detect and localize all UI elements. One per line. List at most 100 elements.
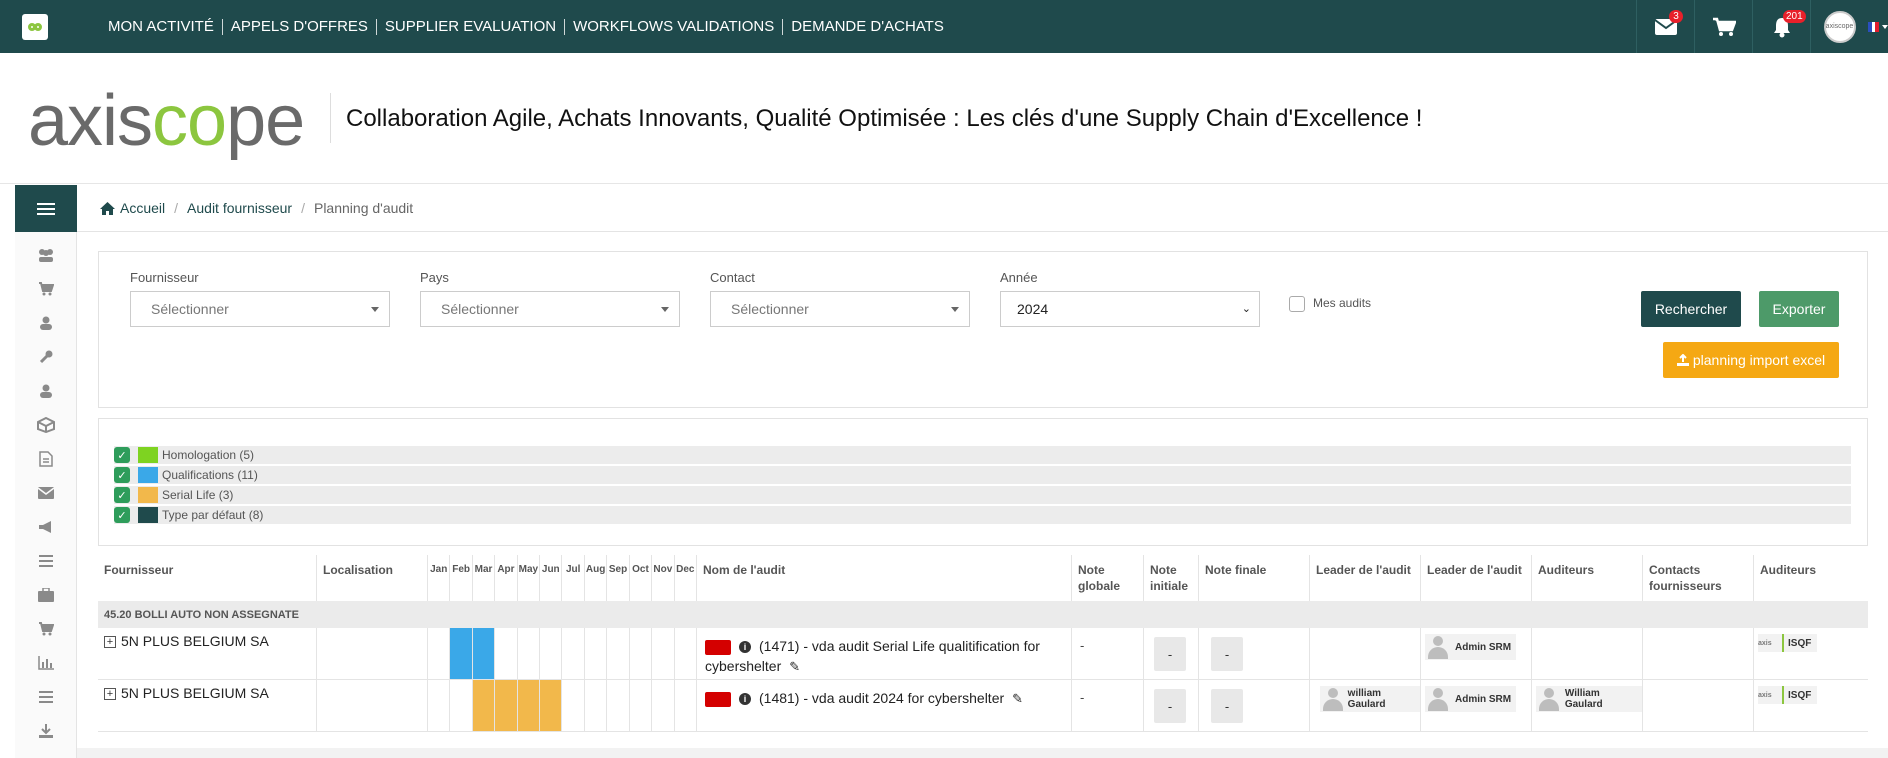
auditor-org[interactable]: axis ISQF	[1758, 686, 1818, 704]
envelope-icon[interactable]	[15, 476, 76, 510]
cart-button[interactable]	[1694, 0, 1752, 53]
audit-name-cell: i (1471) - vda audit Serial Life qualitif…	[697, 628, 1072, 679]
breadcrumb-audit-fournisseur[interactable]: Audit fournisseur	[187, 200, 292, 216]
nav-appels-offres[interactable]: APPELS D'OFFRES	[223, 18, 377, 35]
month-cell	[675, 628, 697, 679]
auditor-org[interactable]: axis ISQF	[1758, 634, 1818, 652]
legend-item[interactable]: ✓ Homologation (5)	[114, 446, 1851, 464]
fournisseur-select[interactable]: Sélectionner	[130, 291, 390, 327]
legend-swatch	[138, 507, 158, 523]
header-auditeurs[interactable]: Auditeurs	[1532, 555, 1643, 601]
language-flag-icon[interactable]	[1867, 0, 1888, 53]
cart-icon[interactable]	[15, 612, 76, 646]
info-icon[interactable]: i	[739, 693, 751, 706]
planning-bar[interactable]	[540, 680, 563, 731]
month-cell	[428, 680, 451, 731]
leader-person[interactable]: Admin SRM	[1425, 634, 1517, 660]
briefcase-icon[interactable]	[15, 578, 76, 612]
header-leader-audit-2[interactable]: Leader de l'audit	[1421, 555, 1532, 601]
note-initiale-box[interactable]: -	[1154, 637, 1186, 671]
table-row: + 5N PLUS BELGIUM SA i (1481) - vda audit…	[98, 680, 1868, 732]
checkbox-checked-icon[interactable]: ✓	[114, 507, 130, 523]
legend-item[interactable]: ✓ Qualifications (11)	[114, 466, 1851, 484]
pencil-icon[interactable]: ✎	[1012, 691, 1023, 706]
header-note-globale[interactable]: Note globale	[1072, 555, 1144, 601]
header-localisation[interactable]: Localisation	[317, 555, 428, 601]
nav-mon-activite[interactable]: MON ACTIVITÉ	[108, 18, 223, 35]
pays-select[interactable]: Sélectionner	[420, 291, 680, 327]
users-icon[interactable]	[15, 238, 76, 272]
avatar: axiscope	[1823, 10, 1856, 43]
leader-person[interactable]: william Gaulard	[1320, 686, 1420, 712]
header-contacts-fournisseurs[interactable]: Contacts fournisseurs	[1643, 555, 1754, 601]
note-initiale-box[interactable]: -	[1154, 689, 1186, 723]
document-icon[interactable]	[15, 442, 76, 476]
header-auditeurs-2[interactable]: Auditeurs	[1754, 555, 1868, 601]
exporter-button[interactable]: Exporter	[1759, 291, 1839, 327]
month-cell	[652, 680, 675, 731]
fournisseur-name[interactable]: 5N PLUS BELGIUM SA	[121, 633, 269, 649]
axiscope-logo[interactable]: axiscope	[28, 85, 305, 157]
horizontal-scrollbar[interactable]	[77, 748, 1888, 758]
user-icon[interactable]	[15, 374, 76, 408]
contact-select[interactable]: Sélectionner	[710, 291, 970, 327]
legend-item[interactable]: ✓ Serial Life (3)	[114, 486, 1851, 504]
notifications-button[interactable]: 201	[1752, 0, 1810, 53]
planning-bar[interactable]	[472, 680, 496, 731]
hamburger-menu-icon[interactable]	[15, 185, 77, 232]
checkbox-checked-icon[interactable]: ✓	[114, 487, 130, 503]
bar-chart-icon[interactable]	[15, 646, 76, 680]
megaphone-icon[interactable]	[15, 510, 76, 544]
info-icon[interactable]: i	[739, 641, 751, 654]
expand-plus-icon[interactable]: +	[104, 688, 116, 700]
nav-demande-achats[interactable]: DEMANDE D'ACHATS	[783, 18, 952, 35]
nav-supplier-evaluation[interactable]: SUPPLIER EVALUATION	[377, 18, 566, 35]
pencil-icon[interactable]: ✎	[789, 659, 800, 674]
month-cell	[540, 628, 563, 679]
pays-label: Pays	[420, 270, 449, 285]
list-icon[interactable]	[15, 544, 76, 578]
user-icon[interactable]	[15, 306, 76, 340]
cubes-icon[interactable]	[15, 408, 76, 442]
mail-button[interactable]: 3	[1636, 0, 1694, 53]
fournisseur-name[interactable]: 5N PLUS BELGIUM SA	[121, 685, 269, 701]
cart-icon[interactable]	[15, 272, 76, 306]
leader-person[interactable]: Admin SRM	[1425, 686, 1517, 712]
header-fournisseur[interactable]: Fournisseur	[98, 555, 317, 601]
header-leader-audit[interactable]: Leader de l'audit	[1310, 555, 1421, 601]
rechercher-button[interactable]: Rechercher	[1641, 291, 1741, 327]
breadcrumb-home[interactable]: Accueil	[120, 200, 165, 216]
expand-plus-icon[interactable]: +	[104, 636, 116, 648]
app-logo-icon[interactable]	[22, 14, 48, 40]
planning-bar[interactable]	[472, 628, 496, 679]
leader-cell	[1310, 628, 1421, 679]
planning-bar[interactable]	[517, 680, 541, 731]
note-globale-cell: -	[1072, 628, 1144, 679]
fournisseur-label: Fournisseur	[130, 270, 199, 285]
note-finale-box[interactable]: -	[1211, 637, 1243, 671]
header-note-finale[interactable]: Note finale	[1199, 555, 1310, 601]
user-menu[interactable]: axiscope	[1810, 0, 1868, 53]
note-finale-box[interactable]: -	[1211, 689, 1243, 723]
top-navbar: MON ACTIVITÉ APPELS D'OFFRES SUPPLIER EV…	[0, 0, 1888, 53]
mes-audits-checkbox[interactable]	[1289, 296, 1305, 312]
annee-select[interactable]: 2024 ⌄	[1000, 291, 1260, 327]
contact-label: Contact	[710, 270, 755, 285]
checkbox-checked-icon[interactable]: ✓	[114, 467, 130, 483]
legend-item[interactable]: ✓ Type par défaut (8)	[114, 506, 1851, 524]
planning-bar[interactable]	[495, 680, 518, 731]
auditor-person[interactable]: William Gaulard	[1536, 686, 1642, 712]
checkbox-checked-icon[interactable]: ✓	[114, 447, 130, 463]
planning-bar[interactable]	[450, 628, 473, 679]
list-icon[interactable]	[15, 680, 76, 714]
contacts-cell	[1643, 680, 1754, 731]
planning-import-excel-button[interactable]: planning import excel	[1663, 342, 1839, 378]
status-badge	[705, 639, 731, 655]
nav-workflows-validations[interactable]: WORKFLOWS VALIDATIONS	[565, 18, 784, 35]
home-icon[interactable]	[99, 201, 116, 216]
header-note-initiale[interactable]: Note initiale	[1144, 555, 1199, 601]
header-nom-audit[interactable]: Nom de l'audit	[697, 555, 1072, 601]
avatar	[1536, 686, 1561, 712]
wrench-icon[interactable]	[15, 340, 76, 374]
download-icon[interactable]	[15, 714, 76, 748]
